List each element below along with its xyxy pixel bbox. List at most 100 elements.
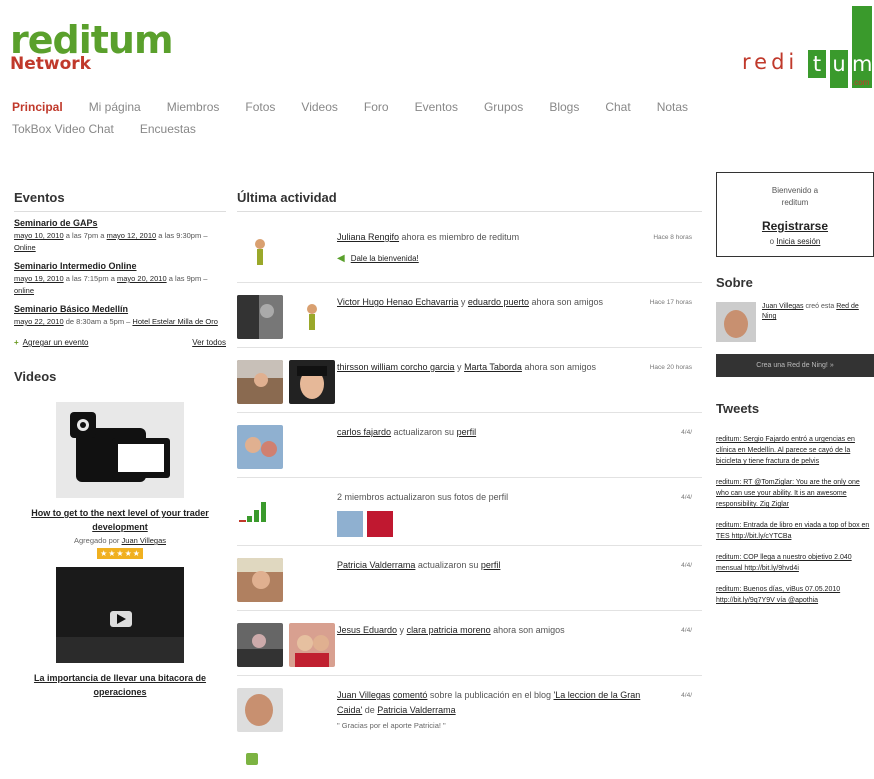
activity-column: Última actividad Juliana Rengifo ahora e… — [237, 190, 702, 741]
tweet-item[interactable]: reditum: Sergio Fajardo entró a urgencia… — [716, 434, 874, 467]
event-title[interactable]: Seminario Básico Medellín — [14, 304, 226, 314]
activity-item: Jesus Eduardo y clara patricia moreno ah… — [237, 611, 702, 676]
avatar[interactable] — [237, 425, 283, 469]
event-title[interactable]: Seminario de GAPs — [14, 218, 226, 228]
tweet-item[interactable]: reditum: RT @TomZiglar: You are the only… — [716, 477, 874, 510]
comment-link[interactable]: comentó — [393, 690, 428, 700]
avatar[interactable] — [337, 511, 363, 537]
login-link[interactable]: Inicia sesión — [776, 237, 820, 246]
video-item: La importancia de llevar una bitacora de… — [14, 567, 226, 699]
activity-item: carlos fajardo actualizaron su perfil 4/… — [237, 413, 702, 478]
videos-title: Videos — [14, 369, 57, 384]
nav-item[interactable]: Encuestas — [140, 122, 196, 136]
avatar[interactable] — [237, 558, 283, 602]
nav-item[interactable]: Chat — [605, 100, 630, 114]
logo-main-text: reditum — [10, 18, 174, 62]
event-start-date[interactable]: mayo 19, 2010 — [14, 274, 64, 283]
timestamp: 4/4/ — [681, 692, 692, 699]
event-start-date[interactable]: mayo 10, 2010 — [14, 231, 64, 240]
nav-item[interactable]: Principal — [12, 100, 63, 114]
brand-com: .com — [852, 78, 870, 87]
event-location[interactable]: online — [14, 286, 34, 295]
tweet-item[interactable]: reditum: Buenos días, viBus 07.05.2010 h… — [716, 584, 874, 606]
member-link[interactable]: Victor Hugo Henao Echavarria — [337, 297, 458, 307]
nav-item[interactable]: Blogs — [549, 100, 579, 114]
nav-item[interactable]: Videos — [301, 100, 337, 114]
avatar[interactable] — [237, 230, 283, 274]
profile-link[interactable]: perfil — [457, 427, 477, 437]
profile-link[interactable]: perfil — [481, 560, 501, 570]
avatar[interactable] — [237, 360, 283, 404]
add-event-link[interactable]: Agregar un evento — [23, 338, 89, 347]
tweets-title: Tweets — [716, 401, 760, 416]
activity-item: Patricia Valderrama actualizaron su perf… — [237, 546, 702, 611]
member-link[interactable]: Patricia Valderrama — [337, 560, 415, 570]
site-logo[interactable]: reditum Network — [10, 18, 174, 73]
creator-link[interactable]: Juan Villegas — [762, 303, 804, 310]
member-link[interactable]: clara patricia moreno — [407, 625, 491, 635]
nav-item[interactable]: Foro — [364, 100, 389, 114]
brand-logo: redi t u m .com — [742, 6, 874, 88]
event-start-date[interactable]: mayo 22, 2010 — [14, 317, 64, 326]
avatar[interactable] — [716, 302, 756, 342]
event-end-date[interactable]: mayo 20, 2010 — [117, 274, 167, 283]
event-end-date[interactable]: mayo 12, 2010 — [107, 231, 157, 240]
member-link[interactable]: Patricia Valderrama — [377, 705, 455, 715]
avatar[interactable] — [237, 295, 283, 339]
speaker-icon: ◀ — [337, 253, 345, 264]
brand-m: m — [852, 50, 873, 78]
welcome-text: Bienvenido a — [771, 186, 819, 195]
plus-icon: + — [14, 338, 19, 347]
avatar[interactable] — [289, 623, 335, 667]
activity-item: Juan Villegas comentó sobre la publicaci… — [237, 676, 702, 741]
event-end-date[interactable]: Hotel Estelar Milla de Oro — [132, 317, 217, 326]
event-title[interactable]: Seminario Intermedio Online — [14, 261, 226, 271]
view-all-events-link[interactable]: Ver todos — [192, 338, 226, 347]
video-title[interactable]: La importancia de llevar una bitacora de… — [14, 671, 226, 699]
member-link[interactable]: Jesus Eduardo — [337, 625, 397, 635]
register-link[interactable]: Registrarse — [723, 219, 867, 233]
events-actions: + Agregar un evento Ver todos — [14, 338, 226, 347]
avatar[interactable] — [367, 511, 393, 537]
nav-item[interactable]: Miembros — [167, 100, 220, 114]
welcome-network: reditum — [781, 198, 809, 207]
member-link[interactable]: carlos fajardo — [337, 427, 391, 437]
avatar[interactable] — [289, 360, 335, 404]
timestamp: Hace 17 horas — [649, 299, 692, 306]
activity-item: 2 miembros actualizaron sus fotos de per… — [237, 478, 702, 546]
nav-item[interactable]: Mi página — [89, 100, 141, 114]
tweet-item[interactable]: reditum: COP llega a nuestro objetivo 2.… — [716, 552, 874, 574]
timestamp: Hace 20 horas — [649, 364, 692, 371]
video-thumbnail[interactable] — [56, 402, 184, 498]
left-column: Eventos Seminario de GAPs mayo 10, 2010 a… — [14, 190, 226, 707]
video-thumbnail[interactable] — [56, 567, 184, 663]
member-link[interactable]: eduardo puerto — [468, 297, 529, 307]
nav-item[interactable]: TokBox Video Chat — [12, 122, 114, 136]
event-item: Seminario de GAPs mayo 10, 2010 a las 7pm… — [14, 218, 226, 254]
activity-item: Victor Hugo Henao Echavarria y eduardo p… — [237, 283, 702, 348]
avatar[interactable] — [237, 623, 283, 667]
nav-item[interactable]: Grupos — [484, 100, 523, 114]
create-network-button[interactable]: Crea una Red de Ning! » — [716, 354, 874, 377]
avatar[interactable] — [237, 688, 283, 732]
tweet-item[interactable]: reditum: Entrada de libro en viada a top… — [716, 520, 874, 542]
avatar[interactable] — [289, 295, 335, 339]
nav-item[interactable]: Notas — [657, 100, 688, 114]
timestamp: Hace 8 horas — [653, 234, 692, 241]
event-location[interactable]: Online — [14, 243, 36, 252]
member-link[interactable]: thirsson william corcho garcia — [337, 362, 455, 372]
nav-item[interactable]: Fotos — [245, 100, 275, 114]
video-author-link[interactable]: Juan Villegas — [122, 536, 166, 545]
member-link[interactable]: Juliana Rengifo — [337, 232, 399, 242]
member-link[interactable]: Marta Taborda — [464, 362, 522, 372]
timestamp: 4/4/ — [681, 494, 692, 501]
events-title: Eventos — [14, 190, 226, 212]
video-title[interactable]: How to get to the next level of your tra… — [14, 506, 226, 534]
member-link[interactable]: Juan Villegas — [337, 690, 390, 700]
welcome-box: Bienvenido a reditum Registrarse o Inici… — [716, 172, 874, 257]
camcorder-icon — [70, 412, 170, 482]
rss-icon[interactable] — [246, 753, 258, 765]
welcome-link[interactable]: Dale la bienvenida! — [351, 251, 419, 266]
nav-item[interactable]: Eventos — [415, 100, 458, 114]
comment-quote: " Gracias por el aporte Patricia! " — [337, 721, 446, 730]
